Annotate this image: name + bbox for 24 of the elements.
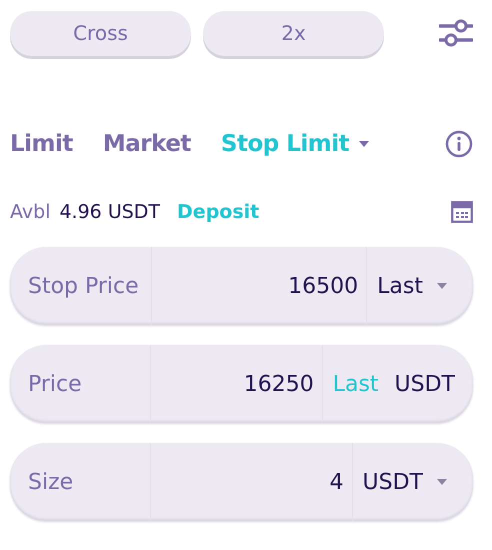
order-type-tab[interactable]: Limit xyxy=(10,131,73,157)
available-label: Avbl xyxy=(10,201,50,223)
field-label: Size xyxy=(28,443,151,521)
info-icon[interactable] xyxy=(445,130,473,158)
calculator-icon[interactable] xyxy=(451,201,473,223)
available-amount: 4.96 USDT xyxy=(59,201,160,223)
order-type-tab[interactable]: Market xyxy=(102,131,191,157)
input-field[interactable]: Stop Price 16500 Last xyxy=(10,247,473,325)
field-label: Price xyxy=(28,345,151,423)
caret-icon xyxy=(437,283,447,289)
input-field[interactable]: Price 16250 Last USDT xyxy=(10,345,473,423)
caret-icon xyxy=(437,479,447,485)
field-value: 16250 xyxy=(151,345,323,423)
input-field[interactable]: Size 4 USDT xyxy=(10,443,473,521)
mode-button[interactable]: Cross xyxy=(10,10,191,56)
field-label: Stop Price xyxy=(28,247,152,325)
mode-button[interactable]: 2x xyxy=(203,10,384,56)
settings-icon[interactable] xyxy=(439,19,473,47)
unit-dropdown[interactable]: Last xyxy=(367,247,455,325)
unit-dropdown[interactable]: USDT xyxy=(352,443,455,521)
field-value: 4 xyxy=(151,443,353,521)
unit-label: USDT xyxy=(394,370,455,398)
field-value: 16500 xyxy=(152,247,368,325)
caret-icon xyxy=(359,141,370,147)
